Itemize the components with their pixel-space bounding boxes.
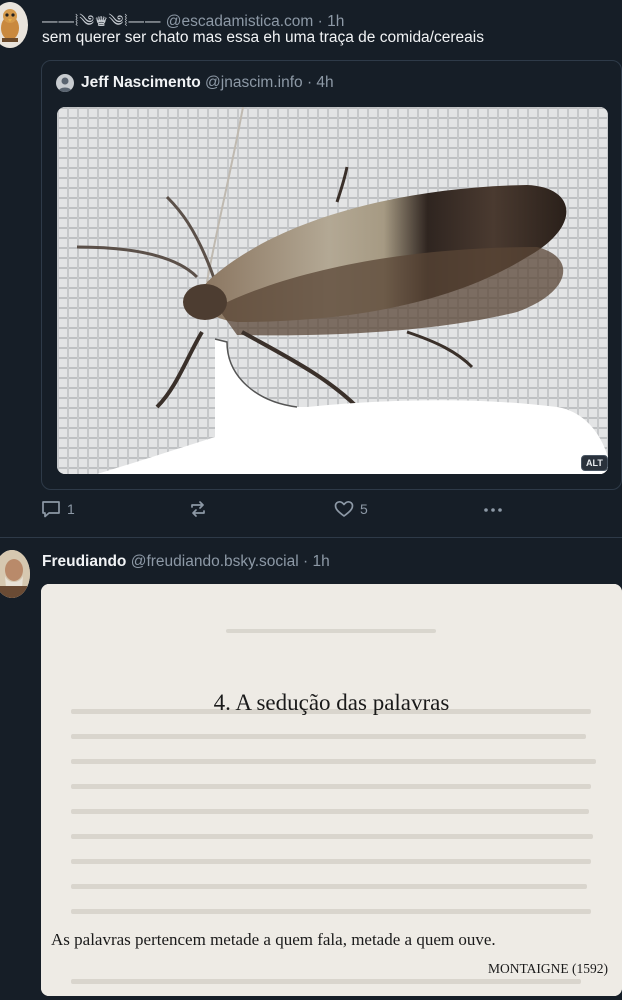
reply-count: 1: [67, 501, 75, 517]
post-freudiando[interactable]: Freudiando @freudiando.bsky.social · 1h …: [0, 538, 622, 1000]
quote-header: Jeff Nascimento @jnascim.info · 4h: [81, 74, 334, 92]
epigraph-attribution: MONTAIGNE (1592): [487, 961, 608, 976]
chapter-title: 4. A sedução das palavras: [213, 690, 450, 715]
post-header: Freudiando @freudiando.bsky.social · 1h: [42, 553, 330, 571]
post-time[interactable]: 1h: [312, 553, 329, 570]
avatar[interactable]: [0, 550, 30, 598]
separator-dot: ·: [302, 553, 309, 570]
quote-author-handle[interactable]: @jnascim.info: [205, 74, 303, 91]
freud-portrait-icon: [0, 550, 30, 598]
more-dots-icon: [484, 508, 502, 512]
epigraph-quote: As palavras pertencem metade a quem fala…: [51, 930, 496, 949]
avatar[interactable]: [0, 2, 28, 48]
quote-author-name[interactable]: Jeff Nascimento: [81, 74, 201, 91]
reply-button[interactable]: 1: [41, 500, 75, 518]
person-avatar-icon: [58, 77, 72, 92]
author-ornament: ——⦚༄♛༄⦚——: [42, 13, 162, 30]
more-options-button[interactable]: [482, 500, 504, 518]
separator-dot: ·: [306, 74, 313, 91]
moth-image[interactable]: ALT: [57, 107, 608, 474]
like-count: 5: [360, 501, 368, 517]
quoted-post[interactable]: Jeff Nascimento @jnascim.info · 4h ALT: [41, 60, 622, 490]
repost-icon: [191, 501, 205, 517]
like-button[interactable]: 5: [334, 500, 368, 518]
post-time[interactable]: 1h: [327, 13, 344, 30]
moth-photo: [57, 107, 608, 474]
book-page-image[interactable]: 4. A sedução das palavras As palavras pe…: [41, 584, 622, 996]
separator-dot: ·: [317, 13, 323, 30]
author-handle[interactable]: @escadamistica.com: [166, 13, 314, 30]
author-handle[interactable]: @freudiando.bsky.social: [131, 553, 299, 570]
quote-avatar[interactable]: [56, 74, 74, 92]
alt-text-badge[interactable]: ALT: [581, 455, 608, 471]
post-text: sem querer ser chato mas essa eh uma tra…: [42, 29, 484, 46]
author-name[interactable]: Freudiando: [42, 553, 126, 570]
repost-button[interactable]: [188, 500, 208, 518]
heart-icon: [334, 500, 354, 517]
post-escadamistica[interactable]: ——⦚༄♛༄⦚—— @escadamistica.com · 1h sem qu…: [0, 0, 622, 537]
quote-time[interactable]: 4h: [316, 74, 333, 91]
reply-icon: [42, 501, 60, 518]
bird-avatar-icon: [1, 9, 19, 42]
